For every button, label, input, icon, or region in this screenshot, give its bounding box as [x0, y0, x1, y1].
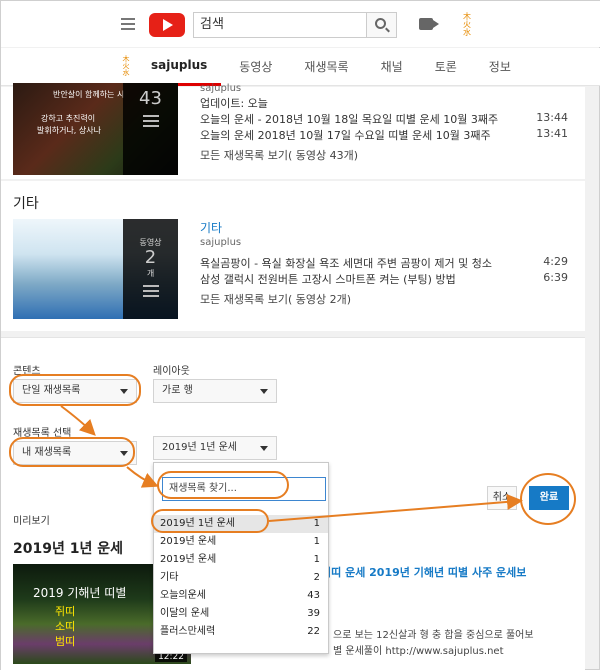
playlist-count-overlay: 동영상 2 개	[123, 219, 178, 319]
preview-thumbnail-text: 쥐띠 소띠 범띠	[55, 605, 76, 648]
playlist-thumbnail[interactable]: 동영상 2 개	[13, 219, 178, 319]
see-all-link[interactable]: 모든 재생목록 보기( 동영상 2개)	[200, 291, 351, 307]
layout-value: 가로 행	[162, 385, 193, 396]
preview-description: 으로 보는 12신살과 형 충 합을 중심으로 풀어보 별 운세풀이 http:…	[333, 630, 534, 657]
video-row[interactable]: 삼성 갤럭시 전원버튼 고장시 스마트폰 켜는 (부팅) 방법 6:39	[200, 271, 568, 287]
playlist-owner[interactable]: sajuplus	[200, 83, 241, 94]
video-title[interactable]: 오늘의 운세 - 2018년 10월 18일 목요일 띠별 운세 10월 3째주	[200, 111, 525, 127]
overlay-unit: 개	[146, 269, 155, 278]
menu-item[interactable]: 이달의 운세 39	[154, 605, 328, 623]
video-title[interactable]: 오늘의 운세 2018년 10월 17일 수요일 띠별 운세 10월 3째주	[200, 127, 525, 143]
youtube-logo[interactable]	[149, 13, 185, 37]
video-row[interactable]: 욕실곰팡이 - 욕실 화장실 욕조 세면대 주변 곰팡이 제거 및 청소 4:2…	[200, 255, 568, 271]
video-duration: 4:29	[543, 255, 568, 268]
menu-item[interactable]: 오늘의운세 43	[154, 587, 328, 605]
video-duration: 13:44	[536, 111, 568, 124]
playlist-thumbnail[interactable]: 반안살이 함께하는 시 강하고 추진력이 발휘하거나, 상사나 43	[13, 83, 178, 175]
see-all-link[interactable]: 모든 재생목록 보기( 동영상 43개)	[200, 147, 358, 163]
channel-avatar[interactable]: 木火水	[115, 56, 137, 78]
video-duration: 6:39	[543, 271, 568, 284]
playlist-updated: 업데이트: 오늘	[200, 97, 268, 110]
playlist-icon	[142, 115, 159, 127]
section-title: 기타	[13, 196, 39, 212]
annotation-highlight	[157, 471, 289, 499]
annotation-highlight	[151, 509, 269, 533]
account-avatar[interactable]: 木火水	[455, 13, 479, 37]
tab-discussion[interactable]: 토론	[435, 48, 471, 86]
playlist-value: 2019년 1년 운세	[162, 442, 237, 453]
menu-item[interactable]: 플러스만세력 22	[154, 623, 328, 641]
top-header: 검색 木火水	[1, 1, 600, 47]
video-title[interactable]: 욕실곰팡이 - 욕실 화장실 욕조 세면대 주변 곰팡이 제거 및 청소	[200, 255, 525, 271]
tab-videos[interactable]: 동영상	[239, 48, 286, 86]
thumbnail-text: 강하고 추진력이	[41, 114, 96, 123]
playlist-owner[interactable]: sajuplus	[200, 237, 241, 248]
video-row[interactable]: 오늘의 운세 - 2018년 10월 18일 목요일 띠별 운세 10월 3째주…	[200, 111, 568, 127]
video-title[interactable]: 삼성 갤럭시 전원버튼 고장시 스마트폰 켜는 (부팅) 방법	[200, 271, 525, 287]
menu-item[interactable]: 2019년 운세 1	[154, 533, 328, 551]
annotation-highlight	[9, 437, 135, 467]
app-window: 검색 木火水 木火水 sajuplus 동영상 재생목록 채널 토론 정보 반안…	[0, 0, 600, 670]
playlist-count-overlay: 43	[123, 83, 178, 175]
thumbnail-text: 반안살이 함께하는 시	[53, 90, 125, 99]
preview-label: 미리보기	[13, 516, 50, 527]
channel-nav: 木火水 sajuplus 동영상 재생목록 채널 토론 정보	[1, 48, 600, 86]
caret-down-icon	[260, 389, 268, 394]
tab-channels[interactable]: 채널	[381, 48, 417, 86]
layout-dropdown[interactable]: 가로 행	[153, 379, 277, 403]
preview-video-link[interactable]: 이띠 운세 2019년 기해년 띠별 사주 운세보	[321, 564, 526, 580]
video-count: 43	[139, 88, 162, 109]
playlist-dropdown[interactable]: 2019년 1년 운세	[153, 436, 277, 460]
search-icon	[375, 18, 386, 29]
channel-tabs: sajuplus 동영상 재생목록 채널 토론 정보	[151, 48, 543, 86]
layout-label: 레이아웃	[153, 366, 190, 377]
video-duration: 13:41	[536, 127, 568, 140]
search-input[interactable]: 검색	[193, 12, 367, 38]
playlist-card-etc: 기타 동영상 2 개 기타 sajuplus 욕실곰팡이 - 욕실 화장실 욕조…	[1, 181, 585, 331]
tab-home[interactable]: sajuplus	[151, 48, 222, 86]
video-row[interactable]: 오늘의 운세 2018년 10월 17일 수요일 띠별 운세 10월 3째주 1…	[200, 127, 568, 143]
caret-down-icon	[260, 446, 268, 451]
thumbnail-text: 발휘하거나, 상사나	[37, 126, 101, 135]
search-button[interactable]	[367, 12, 397, 38]
playlist-card-today: 반안살이 함께하는 시 강하고 추진력이 발휘하거나, 상사나 43 sajup…	[1, 83, 585, 179]
cancel-button[interactable]: 취소	[487, 486, 517, 510]
playlist-icon	[142, 285, 159, 297]
preview-thumbnail-text: 2019 기해년 띠별	[33, 586, 127, 600]
tab-about[interactable]: 정보	[489, 48, 525, 86]
playlist-title[interactable]: 기타	[200, 219, 222, 236]
annotation-highlight	[9, 374, 141, 406]
tab-playlists[interactable]: 재생목록	[304, 48, 362, 86]
video-upload-icon[interactable]	[419, 18, 439, 30]
video-count: 2	[144, 247, 157, 268]
annotation-highlight	[520, 473, 576, 525]
preview-title: 2019년 1년 운세	[13, 541, 123, 557]
menu-item[interactable]: 2019년 운세 1	[154, 551, 328, 569]
menu-icon[interactable]	[121, 18, 135, 30]
menu-item[interactable]: 기타 2	[154, 569, 328, 587]
